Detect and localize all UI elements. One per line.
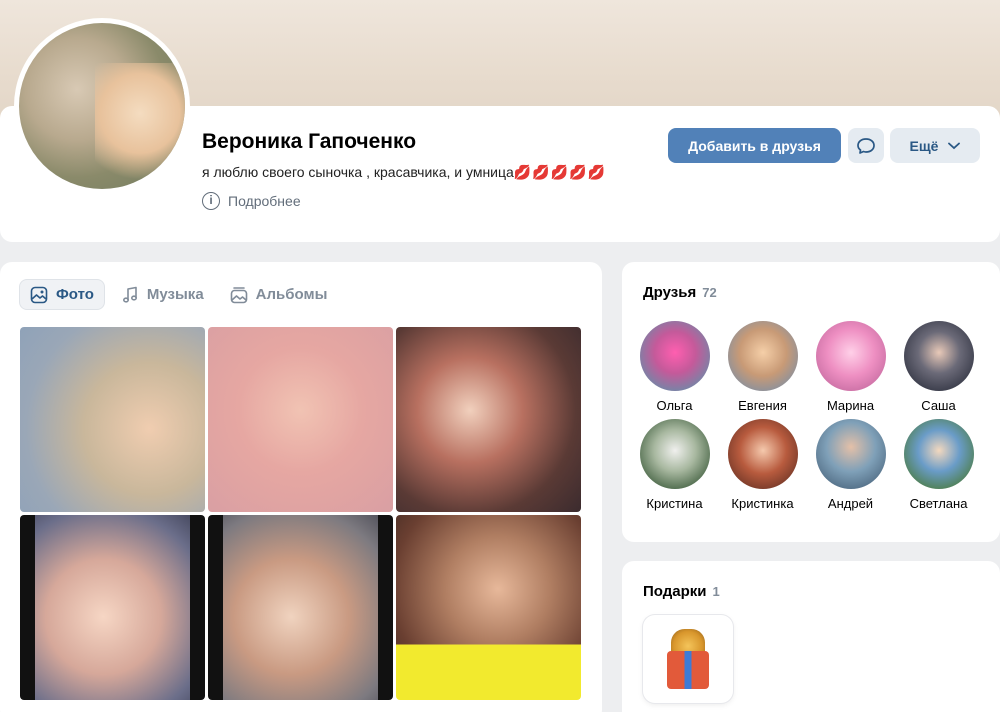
status-text: я люблю своего сыночка , красавчика, и у…: [202, 164, 514, 180]
tab-music[interactable]: Музыка: [111, 279, 214, 310]
profile-status: я люблю своего сыночка , красавчика, и у…: [202, 164, 606, 181]
avatar: [639, 321, 710, 391]
friend-name: Саша: [921, 398, 956, 413]
more-label: Ещё: [909, 137, 939, 154]
friends-list: Ольга Евгения Марина Саша Кристина Крист…: [639, 321, 974, 511]
friend-item[interactable]: Ольга: [639, 321, 710, 413]
avatar: [727, 321, 798, 391]
gifts-title[interactable]: Подарки 1: [643, 583, 720, 600]
friend-item[interactable]: Светлана: [903, 419, 974, 511]
friend-name: Светлана: [909, 496, 968, 511]
photo-grid: [20, 327, 581, 701]
avatar: [639, 419, 710, 489]
photo-thumbnail[interactable]: [396, 327, 581, 512]
tab-photos[interactable]: Фото: [19, 279, 105, 310]
friend-name: Евгения: [738, 398, 787, 413]
friends-title-label: Друзья: [643, 284, 697, 301]
gift-icon: [661, 629, 715, 689]
message-button[interactable]: [848, 128, 884, 163]
friend-item[interactable]: Андрей: [815, 419, 886, 511]
message-icon: [857, 137, 875, 154]
avatar: [815, 419, 886, 489]
avatar: [903, 321, 974, 391]
info-icon: i: [202, 192, 220, 210]
more-button[interactable]: Ещё: [890, 128, 980, 163]
friend-item[interactable]: Евгения: [727, 321, 798, 413]
profile-avatar[interactable]: [14, 18, 190, 194]
albums-icon: [230, 286, 247, 303]
music-icon: [122, 286, 137, 303]
photo-thumbnail[interactable]: [208, 327, 393, 512]
photo-thumbnail[interactable]: [396, 515, 581, 700]
photo-icon: [30, 286, 48, 303]
friend-item[interactable]: Саша: [903, 321, 974, 413]
avatar: [903, 419, 974, 489]
status-emoji: 💋💋💋💋💋: [513, 164, 606, 180]
tab-label: Альбомы: [255, 286, 328, 303]
tab-label: Фото: [56, 286, 94, 303]
friends-title[interactable]: Друзья 72: [643, 284, 717, 301]
friends-count: 72: [702, 285, 717, 300]
friend-name: Кристинка: [731, 496, 794, 511]
avatar: [727, 419, 798, 489]
tab-label: Музыка: [146, 286, 204, 303]
friend-item[interactable]: Кристина: [639, 419, 710, 511]
gift-item[interactable]: [643, 615, 733, 703]
photo-thumbnail[interactable]: [208, 515, 393, 700]
friend-name: Ольга: [656, 398, 693, 413]
photo-thumbnail[interactable]: [20, 327, 205, 512]
friend-name: Андрей: [827, 496, 874, 511]
gifts-count: 1: [712, 584, 720, 599]
details-label: Подробнее: [228, 193, 301, 209]
add-friend-button[interactable]: Добавить в друзья: [668, 128, 841, 163]
friend-item[interactable]: Марина: [815, 321, 886, 413]
media-tabs: Фото Музыка Альбомы: [19, 279, 337, 310]
profile-name: Вероника Гапоченко: [202, 130, 417, 153]
avatar: [815, 321, 886, 391]
details-link[interactable]: i Подробнее: [202, 192, 301, 210]
friend-item[interactable]: Кристинка: [727, 419, 798, 511]
tab-albums[interactable]: Альбомы: [220, 279, 338, 310]
friends-card: Друзья 72 Ольга Евгения Марина Саша Крист…: [622, 262, 1000, 542]
gifts-card: Подарки 1: [622, 561, 1000, 712]
gifts-title-label: Подарки: [643, 583, 707, 600]
friend-name: Кристина: [646, 496, 703, 511]
photos-card: Фото Музыка Альбомы: [0, 262, 602, 712]
friend-name: Марина: [826, 398, 875, 413]
avatar-image: [19, 23, 185, 189]
chevron-down-icon: [948, 142, 961, 149]
photo-thumbnail[interactable]: [20, 515, 205, 700]
